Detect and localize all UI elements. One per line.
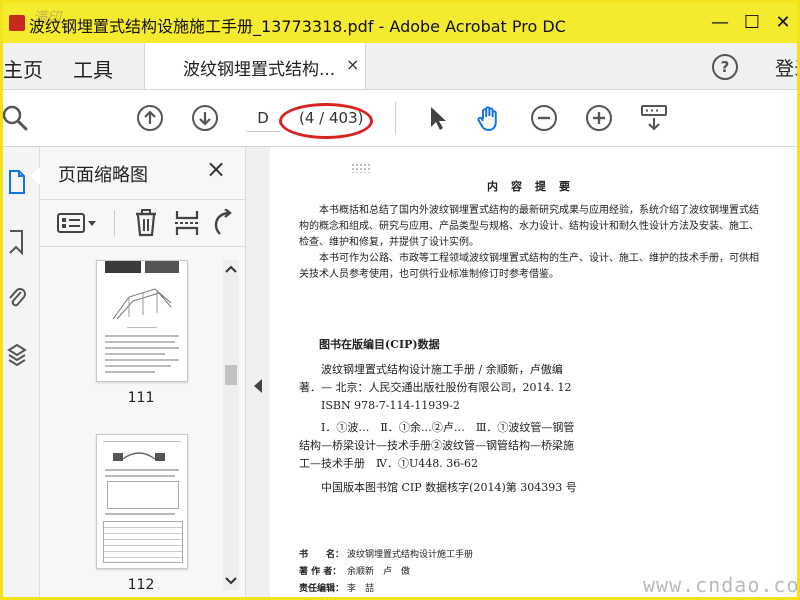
panel-close-button[interactable]: × bbox=[206, 155, 226, 183]
select-cursor-icon[interactable] bbox=[423, 104, 451, 132]
thumbnail-label-112: 112 bbox=[127, 577, 155, 593]
cip-number: 中国版本图书馆 CIP 数据核字(2014)第 304393 号 bbox=[321, 481, 577, 494]
thumbnail-header-line bbox=[103, 441, 181, 442]
thumbnail-text-line bbox=[105, 365, 171, 367]
navigation-rail bbox=[3, 147, 40, 597]
scan-speckle bbox=[351, 163, 371, 173]
thumbnail-caption bbox=[127, 327, 157, 328]
thumbnail-table bbox=[107, 481, 179, 509]
help-icon[interactable]: ? bbox=[712, 54, 738, 80]
book-title-label: 书 名： bbox=[299, 550, 345, 560]
collapse-arrow-icon[interactable] bbox=[254, 379, 262, 393]
delete-page-icon[interactable] bbox=[134, 209, 158, 237]
cip-line-2: 著．— 北京：人民交通出版社股份有限公司，2014. 12 bbox=[299, 381, 572, 394]
author-label: 著 作 者： bbox=[299, 567, 342, 577]
thumbnail-photo bbox=[105, 261, 141, 273]
tab-close-button[interactable]: × bbox=[346, 55, 359, 74]
panel-toolbar bbox=[40, 199, 245, 247]
main-toolbar: D (4 / 403) bbox=[3, 90, 797, 147]
tab-bar: 主页 工具 波纹钢埋置式结构... × ? 登录 bbox=[3, 43, 797, 90]
thumbnail-text-line bbox=[105, 475, 175, 477]
cip-title: 图书在版编目(CIP)数据 bbox=[319, 338, 440, 351]
thumbnail-text-line bbox=[105, 469, 179, 471]
extract-page-icon[interactable] bbox=[174, 209, 200, 237]
page-number-input[interactable]: D bbox=[246, 105, 280, 132]
page-thumbnails-panel: 页面缩略图 × 111 112 bbox=[40, 147, 246, 597]
thumbnail-label-111: 111 bbox=[127, 390, 155, 406]
close-window-button[interactable]: ✕ bbox=[771, 11, 795, 35]
thumbnail-text-line bbox=[105, 353, 165, 355]
zoom-out-icon[interactable] bbox=[530, 104, 558, 132]
thumbnail-page-112[interactable] bbox=[96, 434, 188, 569]
panel-title: 页面缩略图 bbox=[58, 165, 148, 186]
classification-line-3: 工—技术手册 Ⅳ．①U448. 36-62 bbox=[299, 457, 478, 470]
doc-heading: 内 容 提 要 bbox=[487, 180, 571, 193]
site-watermark: www.cndao.com bbox=[643, 573, 800, 597]
zoom-in-icon[interactable] bbox=[585, 104, 613, 132]
classification-line-1: Ⅰ．①波… Ⅱ．①余…②卢… Ⅲ．①波纹管—钢管 bbox=[321, 421, 575, 434]
thumbnail-photo bbox=[145, 261, 179, 273]
tab-document-label: 波纹钢埋置式结构... bbox=[183, 60, 336, 80]
tab-tools[interactable]: 工具 bbox=[73, 54, 113, 83]
acrobat-app-icon bbox=[9, 15, 25, 31]
sign-in-link[interactable]: 登录 bbox=[775, 54, 797, 81]
maximize-button[interactable]: ☐ bbox=[740, 11, 764, 35]
editor-label: 责任编辑： bbox=[299, 584, 345, 594]
hand-tool-icon[interactable] bbox=[475, 104, 503, 132]
page-thumbnails-icon[interactable] bbox=[7, 169, 27, 195]
thumbnail-diagram bbox=[113, 452, 165, 461]
tab-home[interactable]: 主页 bbox=[3, 54, 43, 83]
thumbnail-page-111[interactable] bbox=[96, 260, 188, 382]
rotate-page-icon[interactable] bbox=[212, 209, 234, 237]
thumbnail-text-line bbox=[105, 347, 179, 349]
application-window: 满印 波纹钢埋置式结构设施施工手册_13773318.pdf - Adobe A… bbox=[0, 0, 800, 600]
doc-paragraph-2: 本书可作为公路、市政等工程领域波纹钢埋置式结构的生产、设计、施工、维护的技术手册… bbox=[299, 253, 759, 280]
thumbnail-text-line bbox=[105, 371, 155, 373]
doc-paragraph-1: 本书概括和总结了国内外波纹钢埋置式结构的最新研究成果与应用经验，系统介绍了波纹钢… bbox=[299, 205, 759, 248]
thumbnail-options-icon[interactable] bbox=[56, 212, 98, 234]
panel-collapse-handle[interactable] bbox=[246, 147, 270, 597]
search-icon[interactable] bbox=[3, 104, 31, 132]
active-panel-pointer bbox=[30, 167, 40, 185]
next-page-icon[interactable] bbox=[191, 104, 219, 132]
scroll-down-icon[interactable] bbox=[225, 576, 237, 586]
thumbnail-text-line bbox=[105, 341, 175, 343]
thumbnail-text-line bbox=[105, 335, 179, 337]
title-bar: 满印 波纹钢埋置式结构设施施工手册_13773318.pdf - Adobe A… bbox=[3, 3, 797, 43]
panel-toolbar-divider bbox=[114, 210, 115, 236]
editor-value: 李 喆 bbox=[347, 584, 375, 594]
window-title: 波纹钢埋置式结构设施施工手册_13773318.pdf - Adobe Acro… bbox=[29, 17, 566, 36]
book-title-value: 波纹钢埋置式结构设计施工手册 bbox=[347, 550, 474, 560]
scroll-mode-icon[interactable] bbox=[640, 104, 668, 132]
thumbnail-diagram bbox=[112, 288, 172, 320]
minimize-button[interactable]: — bbox=[708, 11, 732, 35]
thumbnail-scrollbar[interactable] bbox=[223, 260, 239, 590]
red-annotation-ellipse bbox=[279, 103, 373, 139]
author-value: 余顺新 卢 傲 bbox=[347, 567, 411, 577]
bookmarks-icon[interactable] bbox=[7, 229, 27, 255]
attachments-icon[interactable] bbox=[7, 284, 27, 310]
thumbnail-table bbox=[103, 521, 183, 563]
layers-icon[interactable] bbox=[7, 342, 27, 368]
scroll-thumb[interactable] bbox=[225, 365, 237, 385]
scroll-up-icon[interactable] bbox=[225, 264, 237, 274]
thumbnail-text-line bbox=[105, 359, 179, 361]
isbn: ISBN 978-7-114-11939-2 bbox=[321, 399, 460, 412]
document-page: 内 容 提 要 本书概括和总结了国内外波纹钢埋置式结构的最新研究成果与应用经验，… bbox=[271, 147, 797, 597]
cip-line-1: 波纹钢埋置式结构设计施工手册 / 余顺新，卢傲编 bbox=[321, 363, 563, 376]
toolbar-divider bbox=[395, 102, 396, 134]
tab-document[interactable]: 波纹钢埋置式结构... × bbox=[144, 43, 366, 89]
classification-line-2: 结构—桥梁设计—技术手册②波纹管—钢管结构—桥梁施 bbox=[299, 439, 574, 452]
prev-page-icon[interactable] bbox=[136, 104, 164, 132]
thumbnail-text-line bbox=[105, 513, 175, 515]
